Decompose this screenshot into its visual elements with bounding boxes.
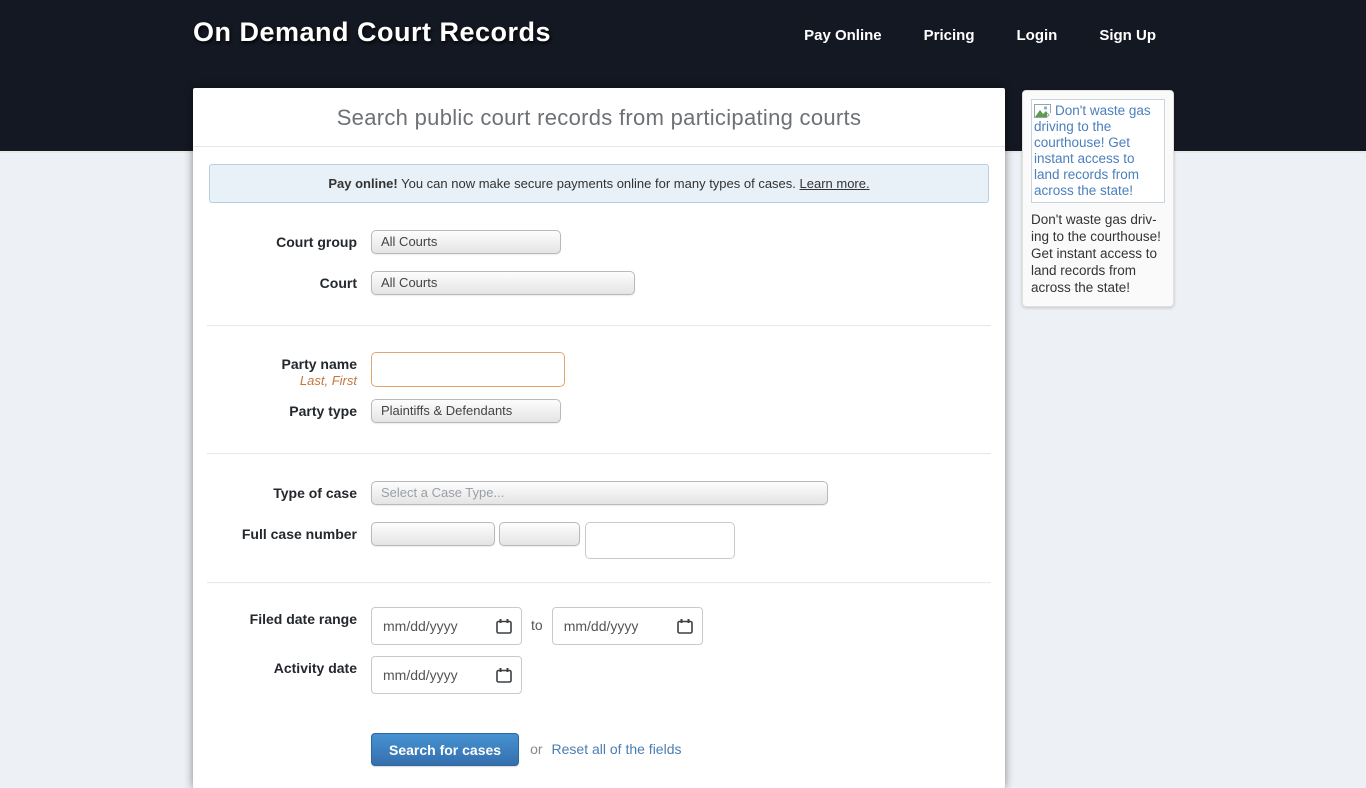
filed-date-to-input[interactable]: mm/dd/yyyy xyxy=(552,607,703,645)
calendar-icon[interactable] xyxy=(677,619,693,634)
party-type-label: Party type xyxy=(193,399,371,419)
site-logo[interactable]: On Demand Court Records xyxy=(193,17,551,48)
filed-date-from-input[interactable]: mm/dd/yyyy xyxy=(371,607,522,645)
court-group-select[interactable]: All Courts xyxy=(371,230,561,254)
calendar-icon[interactable] xyxy=(496,668,512,683)
case-type-select[interactable]: Select a Case Type... xyxy=(371,481,828,505)
date-placeholder: mm/dd/yyyy xyxy=(564,618,639,634)
party-name-input[interactable] xyxy=(371,352,565,387)
learn-more-link[interactable]: Learn more. xyxy=(800,176,870,191)
court-select[interactable]: All Courts xyxy=(371,271,635,295)
nav-pricing[interactable]: Pricing xyxy=(924,27,975,44)
search-button[interactable]: Search for cases xyxy=(371,733,519,766)
land-records-ad-card: Don't waste gas driving to the courthous… xyxy=(1022,90,1174,307)
actions-row: Search for cases or Reset all of the fie… xyxy=(193,733,1005,766)
party-type-row: Party type Plaintiffs & Defendants xyxy=(193,399,1005,423)
ad-caption: Don't waste gas driv­ing to the courthou… xyxy=(1031,211,1165,296)
case-number-part3-input[interactable] xyxy=(585,522,735,559)
case-type-row: Type of case Select a Case Type... xyxy=(193,481,1005,505)
broken-image-icon xyxy=(1034,104,1053,119)
nav-login[interactable]: Login xyxy=(1017,27,1058,44)
top-nav: Pay Online Pricing Login Sign Up xyxy=(804,27,1156,44)
case-number-row: Full case number xyxy=(193,522,1005,559)
banner-bold-text: Pay online! xyxy=(328,176,397,191)
activity-date-row: Activity date mm/dd/yyyy xyxy=(193,656,1005,694)
section-divider xyxy=(207,453,991,455)
date-range-separator: to xyxy=(531,607,543,633)
court-group-label: Court group xyxy=(193,230,371,250)
nav-pay-online[interactable]: Pay Online xyxy=(804,27,882,44)
calendar-icon[interactable] xyxy=(496,619,512,634)
date-placeholder: mm/dd/yyyy xyxy=(383,618,458,634)
filed-date-row: Filed date range mm/dd/yyyy to mm/dd/yyy… xyxy=(193,607,1005,645)
section-divider xyxy=(207,582,991,584)
court-group-row: Court group All Courts xyxy=(193,230,1005,254)
party-type-select[interactable]: Plaintiffs & Defendants xyxy=(371,399,561,423)
pay-online-banner: Pay online! You can now make secure paym… xyxy=(209,164,989,203)
section-divider xyxy=(207,325,991,327)
party-name-hint: Last, First xyxy=(193,373,357,388)
party-name-label: Party name xyxy=(282,356,357,372)
activity-date-input[interactable]: mm/dd/yyyy xyxy=(371,656,522,694)
nav-sign-up[interactable]: Sign Up xyxy=(1099,27,1156,44)
activity-date-label: Activity date xyxy=(193,656,371,676)
case-type-label: Type of case xyxy=(193,481,371,501)
reset-fields-link[interactable]: Reset all of the fields xyxy=(552,733,682,757)
court-label: Court xyxy=(193,271,371,291)
date-placeholder: mm/dd/yyyy xyxy=(383,667,458,683)
case-number-label: Full case number xyxy=(193,522,371,542)
court-row: Court All Courts xyxy=(193,271,1005,295)
party-name-row: Party name Last, First xyxy=(193,352,1005,388)
case-number-part1-select[interactable] xyxy=(371,522,495,546)
filed-date-label: Filed date range xyxy=(193,607,371,627)
page-title: Search public court records from partici… xyxy=(193,88,1005,147)
ad-broken-image-link[interactable]: Don't waste gas driving to the courthous… xyxy=(1031,99,1165,203)
banner-text: You can now make secure payments online … xyxy=(398,176,800,191)
or-separator: or xyxy=(530,733,542,757)
search-panel: Search public court records from partici… xyxy=(193,88,1005,788)
case-number-part2-select[interactable] xyxy=(499,522,580,546)
